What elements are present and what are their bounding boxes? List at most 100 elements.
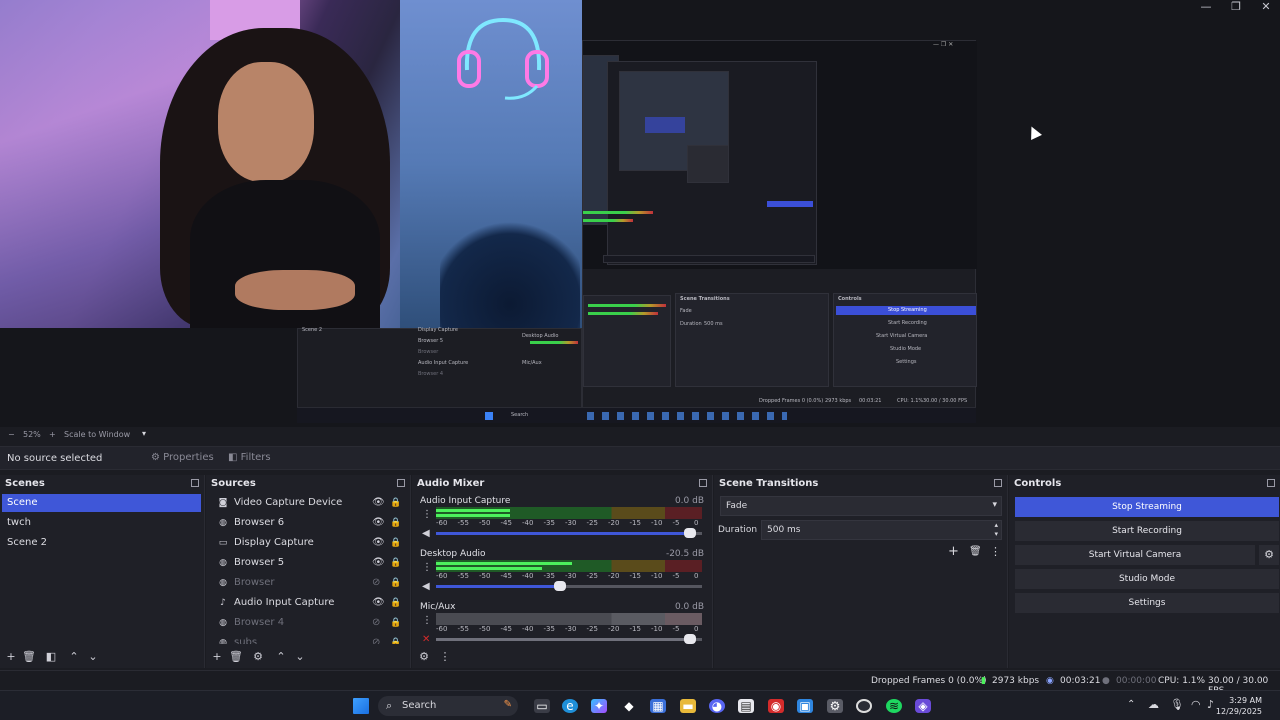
channel-menu-icon[interactable]: ⋮ [422,509,432,520]
transition-select[interactable]: Fade ▾ [720,496,1002,516]
gear-icon[interactable]: ⚙ [251,650,265,663]
eye-icon[interactable]: 👁 [372,554,385,572]
program-preview[interactable]: — ❐ ✕ — ❐ ✕ Scene Transitions Fade Durat… [0,0,1280,427]
dock-popout-icon[interactable] [699,479,707,487]
properties-button[interactable]: ⚙ Properties [151,452,214,463]
taskbar-clock[interactable]: 3:29 AM 12/29/2025 [1216,695,1262,717]
speaker-icon[interactable]: ◀ [422,581,430,592]
trash-icon[interactable]: 🗑 [969,546,982,557]
chevron-down-icon[interactable]: ⌄ [86,650,100,663]
store-icon[interactable]: ▦ [650,699,666,713]
lock-icon[interactable]: 🔒 [390,554,401,572]
eye-off-icon[interactable]: ⊘ [372,614,380,632]
minimize-button[interactable]: — [1191,0,1221,14]
lock-icon[interactable]: 🔒 [390,634,401,644]
lock-icon[interactable]: 🔒 [390,574,401,592]
volume-knob[interactable] [553,581,566,591]
edge-icon[interactable]: e [562,699,578,713]
scale-mode[interactable]: Scale to Window [64,430,130,439]
zoom-in-icon[interactable]: + [49,430,56,439]
obs-icon[interactable] [856,699,872,713]
discord-icon[interactable]: ◕ [709,699,725,713]
gear-link-icon[interactable]: ⚙ [417,650,431,663]
display-capture-source[interactable]: — ❐ ✕ Scene Transitions Fade Duration 50… [582,40,977,423]
eye-off-icon[interactable]: ⊘ [372,634,380,644]
scene-item[interactable]: Scene [2,494,201,512]
folder-icon[interactable]: ▬ [680,699,696,713]
volume-knob[interactable] [684,634,697,644]
eye-icon[interactable]: 👁 [372,494,385,512]
gear-icon[interactable]: ⚙ [1259,545,1279,565]
chevron-down-icon[interactable]: ⌄ [293,650,307,663]
source-item[interactable]: ◙ Video Capture Device 👁 🔒 [214,494,404,512]
lock-icon[interactable]: 🔒 [390,494,401,512]
trash-icon[interactable]: 🗑 [229,650,243,663]
scene-item[interactable]: twch [2,514,201,532]
lock-icon[interactable]: 🔒 [390,594,401,612]
chevron-up-icon[interactable]: ⌃ [274,650,288,663]
webcam-source[interactable] [0,0,582,328]
stepper-icon[interactable]: ▴ ▾ [994,521,998,539]
dock-popout-icon[interactable] [397,479,405,487]
app-icon[interactable]: ◈ [915,699,931,713]
eye-off-icon[interactable]: ⊘ [372,574,380,592]
settings-button[interactable]: Settings [1015,593,1279,613]
maximize-button[interactable]: ❐ [1221,0,1251,14]
more-icon[interactable]: ⋮ [990,545,1001,558]
close-button[interactable]: ✕ [1251,0,1280,14]
source-item[interactable]: ◍ Browser 5 👁 🔒 [214,554,404,572]
source-item[interactable]: ◍ Browser 6 👁 🔒 [214,514,404,532]
scale-dropdown-icon[interactable]: ▾ [142,429,146,438]
add-icon[interactable]: + [948,544,959,559]
volume-slider[interactable] [436,634,702,644]
dock-popout-icon[interactable] [191,479,199,487]
record-app-icon[interactable]: ◉ [768,699,784,713]
studio-mode-button[interactable]: Studio Mode [1015,569,1279,589]
source-item[interactable]: ◍ subs ⊘ 🔒 [214,634,404,644]
stop-streaming-button[interactable]: Stop Streaming [1015,497,1279,517]
eye-icon[interactable]: 👁 [372,594,385,612]
lock-icon[interactable]: 🔒 [390,614,401,632]
speaker-icon[interactable]: ♪ [1207,698,1214,711]
channel-menu-icon[interactable]: ⋮ [422,615,432,626]
volume-slider[interactable] [436,581,702,591]
chevron-up-icon[interactable]: ⌃ [67,650,81,663]
add-icon[interactable]: + [210,650,224,663]
eye-icon[interactable]: 👁 [372,534,385,552]
chevron-up-icon[interactable]: ⌃ [1127,699,1135,710]
filter-icon[interactable]: ◧ [44,650,58,663]
lock-icon[interactable]: 🔒 [390,534,401,552]
source-item[interactable]: ◍ Browser ⊘ 🔒 [214,574,404,592]
source-item[interactable]: ◍ Browser 4 ⊘ 🔒 [214,614,404,632]
wifi-icon[interactable]: ◠ [1191,698,1201,711]
microphone-icon[interactable]: 🎙 [1170,698,1184,711]
eye-icon[interactable]: 👁 [372,514,385,532]
scene-item[interactable]: Scene 2 [2,534,201,552]
dock-popout-icon[interactable] [1267,479,1275,487]
speaker-icon[interactable]: ◀ [422,528,430,539]
more-icon[interactable]: ⋮ [438,650,452,663]
document-icon[interactable]: ▤ [738,699,754,713]
spotify-icon[interactable]: ≋ [886,699,902,713]
cloud-icon[interactable]: ☁ [1148,698,1159,711]
add-icon[interactable]: + [4,650,18,663]
taskbar-search[interactable]: ⌕ Search ✎ [378,696,518,716]
volume-knob[interactable] [684,528,697,538]
trash-icon[interactable]: 🗑 [22,650,36,663]
photos-icon[interactable]: ▣ [797,699,813,713]
source-item[interactable]: ▭ Display Capture 👁 🔒 [214,534,404,552]
settings-app-icon[interactable]: ⚙ [827,699,843,713]
mute-icon[interactable]: ✕ [422,634,430,645]
start-recording-button[interactable]: Start Recording [1015,521,1279,541]
filters-button[interactable]: ◧ Filters [228,452,271,463]
zoom-out-icon[interactable]: − [8,430,15,439]
channel-menu-icon[interactable]: ⋮ [422,562,432,573]
volume-slider[interactable] [436,528,702,538]
dock-popout-icon[interactable] [994,479,1002,487]
task-view-icon[interactable]: ▭ [534,699,550,713]
lock-icon[interactable]: 🔒 [390,514,401,532]
windows-start-icon[interactable] [353,698,369,714]
duration-input[interactable]: 500 ms ▴ ▾ [761,520,1002,540]
pin-icon[interactable]: ◆ [621,699,637,713]
start-virtual-camera-button[interactable]: Start Virtual Camera [1015,545,1255,565]
